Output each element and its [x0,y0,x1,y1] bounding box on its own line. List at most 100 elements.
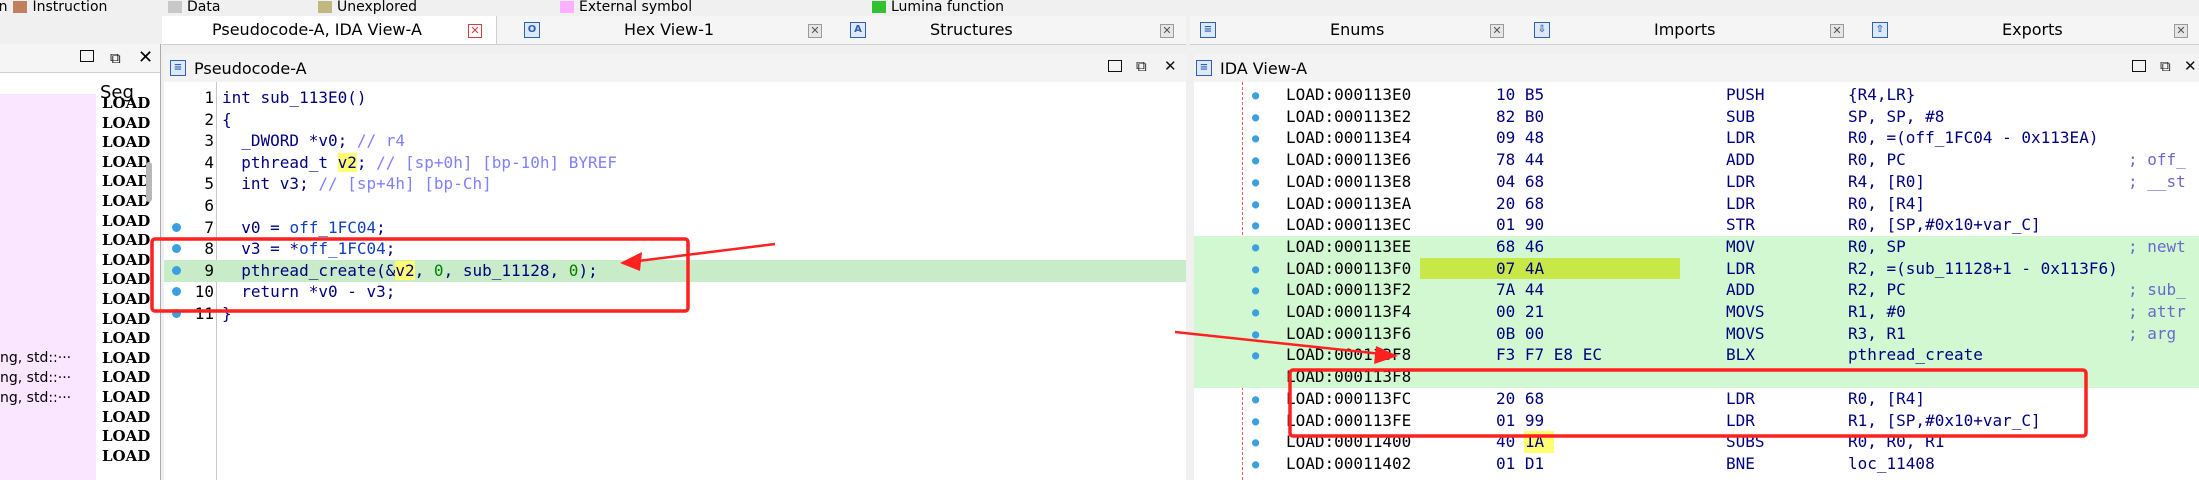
opcode-bytes: 20 68 [1496,193,1545,213]
pseudocode-view[interactable]: 1 int sub_113E0() 2{3 _DWORD *v0; // r4 4 p… [164,82,1186,480]
tab-structures[interactable]: A Structures ✕ [850,16,1184,44]
pseudocode-line[interactable]: 10 return *v0 - v3; [164,281,1186,303]
tab-imports[interactable]: ⇩ Imports ✕ [1530,16,1850,44]
pseudocode-line[interactable]: 6 [164,195,1186,217]
breakpoint-dot-icon[interactable] [172,222,181,232]
disasm-line[interactable]: ● LOAD:000113E4 09 48 LDR R0, =(off_1FC04 - … [1194,127,2199,149]
code-text: _DWORD *v0; // r4 [222,131,406,151]
segment-row[interactable]: LOAD [102,447,150,465]
close-icon[interactable]: ✕ [468,24,482,38]
maximize-icon[interactable] [80,50,94,62]
legend-label: Lumina function [891,0,1005,14]
breakpoint-dot-icon[interactable] [172,265,181,275]
disasm-line[interactable]: ● LOAD:000113FC 20 68 LDR R0, [R4] [1194,388,2199,410]
close-icon[interactable]: ✕ [1490,24,1504,38]
breakpoint-dot-icon[interactable] [172,309,181,318]
code-text: pthread_create(&v2, 0, sub_11128, 0); [222,260,598,280]
legend-item: Lumina function [872,0,1004,14]
disasm-line[interactable]: ● LOAD:00011402 01 D1 BNE loc_11408 [1194,453,2199,475]
disasm-line[interactable]: ● LOAD:000113EA 20 68 LDR R0, [R4] [1194,193,2199,215]
opcode-bytes: 00 21 [1496,302,1545,321]
close-icon[interactable]: ✕ [1830,24,1844,38]
close-icon[interactable]: ✕ [2184,59,2198,74]
segment-row[interactable]: LOAD [102,270,150,288]
disasm-line[interactable]: ● LOAD:000113EC 01 90 STR R0, [SP,#0x10+var_… [1194,214,2199,236]
segment-row[interactable]: LOAD [102,133,150,151]
tab-label: Pseudocode-A, IDA View-A [212,20,422,39]
disasm-line[interactable]: ● LOAD:000113E2 82 B0 SUB SP, SP, #8 [1194,106,2199,128]
line-number: 11 [194,304,214,323]
line-number: 1 [204,88,214,107]
segment-row[interactable]: LOAD [102,329,150,347]
segment-highlight [0,94,96,480]
bullet-icon: ● [1252,153,1260,168]
tab-label: Enums [1330,20,1385,39]
segment-row[interactable]: LOAD [102,388,150,406]
disasm-line[interactable]: ● LOAD:000113EE 68 46 MOV R0, SP ; newt [1194,235,2199,258]
tab-hex-view[interactable]: O Hex View-1 ✕ [512,16,828,44]
disasm-line[interactable]: ● LOAD:00011400 40 1A SUBS R0, R0, R1 [1194,431,2199,454]
segment-row[interactable]: LOAD [102,368,150,386]
segment-row[interactable]: LOAD [102,349,150,367]
line-number: 4 [204,152,214,172]
maximize-icon[interactable] [1108,60,1122,72]
segment-row[interactable]: LOAD [102,172,150,190]
close-icon[interactable]: ✕ [138,47,153,68]
segment-row[interactable]: LOAD [102,114,150,132]
breakpoint-dot-icon[interactable] [172,287,181,297]
segment-row[interactable]: LOAD [102,153,150,171]
ida-disassembly-view[interactable]: ● LOAD:000113E0 10 B5 PUSH {R4,LR} ● LOAD:0001… [1194,82,2199,480]
tab-pseudocode[interactable]: Pseudocode-A, IDA View-A ✕ [162,16,497,44]
disasm-line[interactable]: ● LOAD:000113F2 7A 44 ADD R2, PC ; sub_ [1194,279,2199,302]
pseudocode-line[interactable]: 7 v0 = off_1FC04; [164,217,1186,239]
restore-icon[interactable]: ⧉ [2160,59,2174,74]
segment-row[interactable]: LOAD [102,192,150,210]
segments-panel: ⧉ ✕ Seg LOAD LOAD LOAD LOAD LOAD LOAD LOAD LOAD… [0,44,161,480]
disasm-line[interactable]: ● LOAD:000113F8 F3 F7 E8 EC BLX pthread_crea… [1194,344,2199,367]
pseudocode-line[interactable]: 1 int sub_113E0() [164,87,1186,109]
breakpoint-dot-icon[interactable] [172,244,181,254]
pseudocode-line[interactable]: 9 pthread_create(&v2, 0, sub_11128, 0); [164,259,1186,282]
ida-view-icon: ≡ [1196,60,1212,76]
pseudocode-line[interactable]: 3 _DWORD *v0; // r4 [164,130,1186,152]
close-icon[interactable]: ✕ [1164,59,1178,74]
operands: R4, [R0] [1848,171,1926,191]
close-icon[interactable]: ✕ [2174,24,2188,38]
left-scrollbar[interactable] [146,162,152,202]
pseudocode-line[interactable]: 4 pthread_t v2; // [sp+0h] [bp-10h] BYRE… [164,152,1186,174]
segment-row[interactable]: LOAD [102,212,150,230]
disasm-line[interactable]: ● LOAD:000113E8 04 68 LDR R4, [R0] ; __st [1194,171,2199,193]
operands: loc_11408 [1848,453,1935,473]
segment-row[interactable]: LOAD [102,251,150,269]
segment-row[interactable]: LOAD [102,408,150,426]
maximize-icon[interactable] [2132,60,2146,72]
restore-icon[interactable]: ⧉ [110,49,121,67]
pseudocode-line[interactable]: 5 int v3; // [sp+4h] [bp-Ch] [164,173,1186,195]
disasm-line[interactable]: LOAD:000113F8 [1194,366,2199,389]
pseudocode-line[interactable]: 8 v3 = *off_1FC04; [164,238,1186,260]
address: LOAD:00011400 [1286,432,1412,452]
address: LOAD:000113FC [1286,388,1412,408]
disasm-line[interactable]: ● LOAD:000113FE 01 99 LDR R1, [SP,#0x10+var_… [1194,410,2199,432]
pseudocode-line[interactable]: 2{ [164,109,1186,131]
disasm-line[interactable]: ● LOAD:000113F4 00 21 MOVS R1, #0 ; attr [1194,301,2199,323]
tab-exports[interactable]: ⇧ Exports ✕ [1866,16,2196,44]
restore-icon[interactable]: ⧉ [1136,59,1150,74]
opcode-bytes: 09 48 [1496,128,1545,148]
legend-label: External symbol [579,0,693,14]
disasm-line[interactable]: ● LOAD:000113F6 0B 00 MOVS R3, R1 ; arg [1194,322,2199,345]
segment-row[interactable]: LOAD [102,94,150,112]
tab-enums[interactable]: ≡ Enums ✕ [1190,16,1510,44]
close-icon[interactable]: ✕ [808,24,822,38]
operands: R2, PC [1848,280,1906,300]
close-icon[interactable]: ✕ [1160,24,1174,38]
disasm-line[interactable]: ● LOAD:000113E0 10 B5 PUSH {R4,LR} [1194,84,2199,106]
disasm-line[interactable]: ● LOAD:000113F0 07 4A LDR R2, =(sub_11128+1 … [1194,257,2199,280]
disasm-line[interactable]: ● LOAD:000113E6 78 44 ADD R0, PC ; off_ [1194,149,2199,171]
pseudocode-line[interactable]: 11} [164,303,1186,325]
segment-row[interactable]: LOAD [102,231,150,249]
segment-row[interactable]: LOAD [102,427,150,445]
legend-item: on Instruction [0,0,107,14]
segment-row[interactable]: LOAD [102,290,150,308]
segment-row[interactable]: LOAD [102,310,150,328]
